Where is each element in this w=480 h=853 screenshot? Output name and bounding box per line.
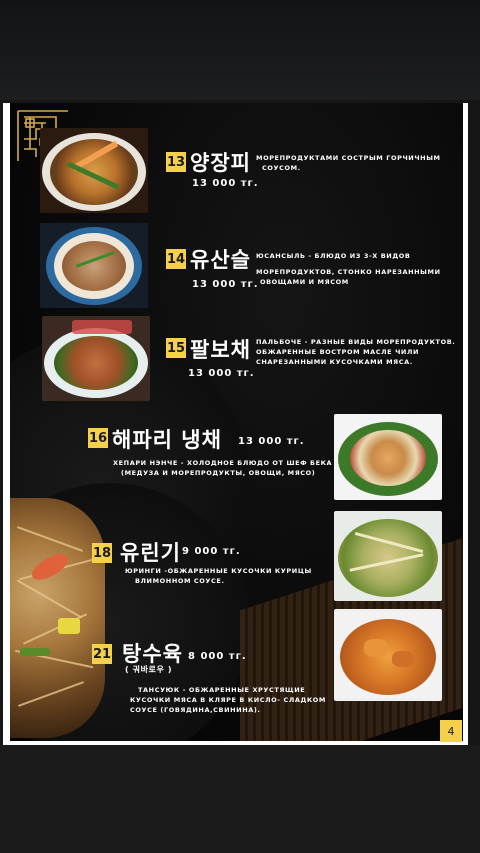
dish-photo-15 bbox=[42, 316, 150, 401]
item-price: 13 000 тг. bbox=[192, 178, 259, 189]
dish-photo-21 bbox=[334, 609, 442, 701]
dish-photo-14 bbox=[40, 223, 148, 308]
item-description: МОРЕПРОДУКТАМИ СОСТРЫМ ГОРЧИЧНЫМ СОУСОМ. bbox=[256, 154, 441, 172]
dish-photo-16 bbox=[334, 414, 442, 500]
item-subname: ( 궈바로우 ) bbox=[125, 665, 173, 674]
item-number-badge: 21 bbox=[92, 644, 112, 664]
dish-photo-13 bbox=[40, 128, 148, 213]
item-price: 13 000 тг. bbox=[238, 436, 305, 447]
item-name: 탕수육 bbox=[122, 642, 183, 666]
item-price: 8 000 тг. bbox=[188, 651, 247, 662]
page-number: 4 bbox=[440, 720, 462, 742]
item-number-badge: 18 bbox=[92, 543, 112, 563]
item-number-badge: 14 bbox=[166, 249, 186, 269]
item-name: 해파리 냉채 bbox=[112, 428, 222, 452]
item-price: 9 000 тг. bbox=[182, 546, 241, 557]
item-name: 팔보채 bbox=[190, 338, 251, 362]
item-description: ТАНСУЮК - ОБЖАРЕННЫЕ ХРУСТЯЩИЕ КУСОЧКИ М… bbox=[130, 686, 326, 714]
top-band bbox=[0, 0, 480, 100]
item-number-badge: 15 bbox=[166, 338, 186, 358]
item-price: 13 000 тг. bbox=[192, 279, 259, 290]
dish-photo-18 bbox=[334, 511, 442, 601]
bottom-band bbox=[0, 745, 480, 853]
item-number-badge: 16 bbox=[88, 428, 108, 448]
item-description: ЮРИНГИ -ОБЖАРЕННЫЕ КУСОЧКИ КУРИЦЫ ВЛИМОН… bbox=[125, 567, 312, 585]
item-number-badge: 13 bbox=[166, 152, 186, 172]
item-description: ЮСАНСЫЛЬ - БЛЮДО ИЗ 3-Х ВИДОВ МОРЕПРОДУК… bbox=[256, 252, 441, 286]
item-name: 유산슬 bbox=[190, 248, 251, 272]
noodle-dish-photo bbox=[10, 498, 105, 738]
item-description: ПАЛЬБОЧЕ - РАЗНЫЕ ВИДЫ МОРЕПРОДУКТОВ. ОБ… bbox=[256, 338, 456, 366]
item-name: 양장피 bbox=[190, 151, 251, 175]
menu-page: 13 양장피 13 000 тг. МОРЕПРОДУКТАМИ СОСТРЫМ… bbox=[10, 103, 463, 741]
item-name: 유린기 bbox=[120, 541, 181, 565]
item-description: ХЕПАРИ НЭНЧЕ - ХОЛОДНОЕ БЛЮДО ОТ ШЕФ БЕК… bbox=[113, 459, 333, 477]
item-price: 13 000 тг. bbox=[188, 368, 255, 379]
